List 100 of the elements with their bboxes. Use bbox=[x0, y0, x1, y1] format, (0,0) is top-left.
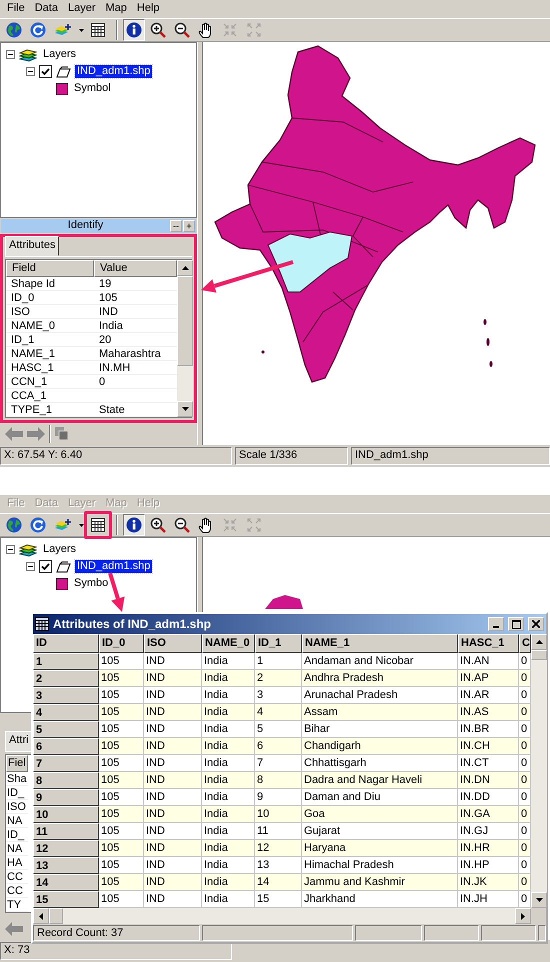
scroll-up-button[interactable] bbox=[177, 260, 193, 276]
table-cell: CCN_1 bbox=[6, 375, 94, 389]
column-header[interactable]: ID bbox=[33, 634, 99, 653]
column-header[interactable]: ID_1 bbox=[255, 634, 302, 653]
identify-button[interactable] bbox=[123, 514, 145, 536]
identify-button[interactable] bbox=[123, 19, 145, 41]
column-header[interactable]: Fiel bbox=[6, 755, 28, 772]
table-cell: IND bbox=[144, 670, 202, 687]
scroll-thumb[interactable] bbox=[531, 650, 547, 660]
shrink-arrows-icon bbox=[222, 517, 238, 533]
hand-icon bbox=[198, 22, 214, 38]
panel-button[interactable]: -- bbox=[170, 220, 182, 232]
scroll-up-button[interactable] bbox=[531, 634, 547, 650]
collapse-toggle[interactable] bbox=[26, 562, 35, 571]
table-cell: CC bbox=[6, 884, 28, 898]
column-header[interactable]: NAME_1 bbox=[302, 634, 458, 653]
row-header[interactable]: 14 bbox=[33, 874, 99, 891]
table-cell: 12 bbox=[255, 840, 302, 857]
horizontal-scroll-bar[interactable] bbox=[33, 908, 531, 924]
column-header[interactable]: C bbox=[519, 634, 531, 653]
collapse-toggle[interactable] bbox=[6, 50, 15, 59]
table-cell: IN.GA bbox=[458, 806, 519, 823]
column-header[interactable]: ISO bbox=[144, 634, 202, 653]
table-cell: IND bbox=[144, 806, 202, 823]
tree-item[interactable]: IND_adm1.shp bbox=[75, 560, 152, 574]
row-header[interactable]: 7 bbox=[33, 755, 99, 772]
table-cell: ISO bbox=[6, 800, 28, 814]
down-arrow-icon bbox=[182, 407, 188, 411]
minimize-button[interactable] bbox=[488, 617, 504, 631]
scroll-thumb[interactable] bbox=[49, 908, 63, 924]
tree-item[interactable]: Layers bbox=[41, 48, 78, 62]
row-header[interactable]: 12 bbox=[33, 840, 99, 857]
info-icon bbox=[126, 22, 142, 38]
table-cell: Sha bbox=[6, 772, 28, 786]
scroll-left-button[interactable] bbox=[33, 908, 49, 924]
table-cell: IND bbox=[144, 874, 202, 891]
row-header[interactable]: 11 bbox=[33, 823, 99, 840]
polygon-icon bbox=[56, 560, 71, 572]
column-header[interactable]: Value bbox=[94, 260, 177, 277]
refresh-icon bbox=[30, 517, 46, 533]
table-cell: ID_1 bbox=[6, 333, 94, 347]
table-cell: 4 bbox=[255, 704, 302, 721]
shrink-arrows-icon bbox=[222, 22, 238, 38]
column-header[interactable]: HASC_1 bbox=[458, 634, 519, 653]
menu-item[interactable]: Map bbox=[100, 2, 132, 16]
row-header[interactable]: 10 bbox=[33, 806, 99, 823]
row-header[interactable]: 15 bbox=[33, 891, 99, 908]
table-cell: ID_0 bbox=[6, 291, 94, 305]
panel-button[interactable]: + bbox=[183, 220, 195, 232]
row-header[interactable]: 1 bbox=[33, 653, 99, 670]
column-header[interactable]: NAME_0 bbox=[202, 634, 255, 653]
scroll-down-button[interactable] bbox=[531, 892, 547, 908]
scroll-bar[interactable] bbox=[177, 260, 193, 417]
table-cell: India bbox=[202, 806, 255, 823]
status-text: Record Count: 37 bbox=[33, 925, 200, 941]
table-cell: 6 bbox=[255, 738, 302, 755]
layer-checkbox[interactable] bbox=[39, 65, 52, 78]
status-text: X: 67.54 Y: 6.40 bbox=[0, 447, 232, 465]
table-cell: IND bbox=[144, 840, 202, 857]
pointer-arrow bbox=[108, 572, 125, 612]
row-header[interactable]: 9 bbox=[33, 789, 99, 806]
table-cell: CCA_1 bbox=[6, 389, 94, 403]
table-cell: IN.AS bbox=[458, 704, 519, 721]
row-header[interactable]: 3 bbox=[33, 687, 99, 704]
maximize-button[interactable] bbox=[508, 617, 524, 631]
tree-item[interactable]: IND_adm1.shp bbox=[75, 64, 152, 78]
menu-item[interactable]: Help bbox=[132, 2, 165, 16]
column-header[interactable]: ID_0 bbox=[99, 634, 144, 653]
collapse-toggle[interactable] bbox=[6, 545, 15, 554]
close-button[interactable] bbox=[528, 617, 544, 631]
map-canvas[interactable] bbox=[203, 42, 550, 445]
row-header[interactable]: 8 bbox=[33, 772, 99, 789]
tree-item[interactable]: Symbol bbox=[72, 82, 113, 96]
up-arrow-icon bbox=[536, 640, 542, 644]
globe-icon bbox=[6, 517, 22, 533]
zoom-in-icon bbox=[150, 517, 166, 533]
row-header[interactable]: 4 bbox=[33, 704, 99, 721]
table-cell: 0 bbox=[519, 670, 531, 687]
column-header[interactable]: Field bbox=[6, 260, 94, 277]
refresh-icon bbox=[30, 22, 46, 38]
scroll-bar[interactable] bbox=[531, 634, 547, 908]
row-header[interactable]: 13 bbox=[33, 857, 99, 874]
row-header[interactable]: 5 bbox=[33, 721, 99, 738]
layer-checkbox[interactable] bbox=[39, 560, 52, 573]
back-arrow-icon bbox=[5, 922, 23, 936]
tree-item[interactable]: Symbo bbox=[72, 576, 110, 590]
tab[interactable]: Attri bbox=[5, 731, 33, 751]
table-cell: IND bbox=[144, 738, 202, 755]
menu-item[interactable]: Data bbox=[30, 2, 63, 16]
scroll-right-button[interactable] bbox=[515, 908, 531, 924]
row-header[interactable]: 6 bbox=[33, 738, 99, 755]
scroll-down-button[interactable] bbox=[177, 401, 193, 417]
menu-item[interactable]: File bbox=[2, 2, 30, 16]
collapse-toggle[interactable] bbox=[26, 67, 35, 76]
row-header[interactable]: 2 bbox=[33, 670, 99, 687]
menu-item[interactable]: Layer bbox=[62, 2, 101, 16]
scroll-thumb[interactable] bbox=[177, 276, 193, 366]
tree-item[interactable]: Layers bbox=[41, 542, 78, 556]
tab[interactable]: Attributes bbox=[5, 236, 60, 256]
table-cell: 0 bbox=[519, 738, 531, 755]
